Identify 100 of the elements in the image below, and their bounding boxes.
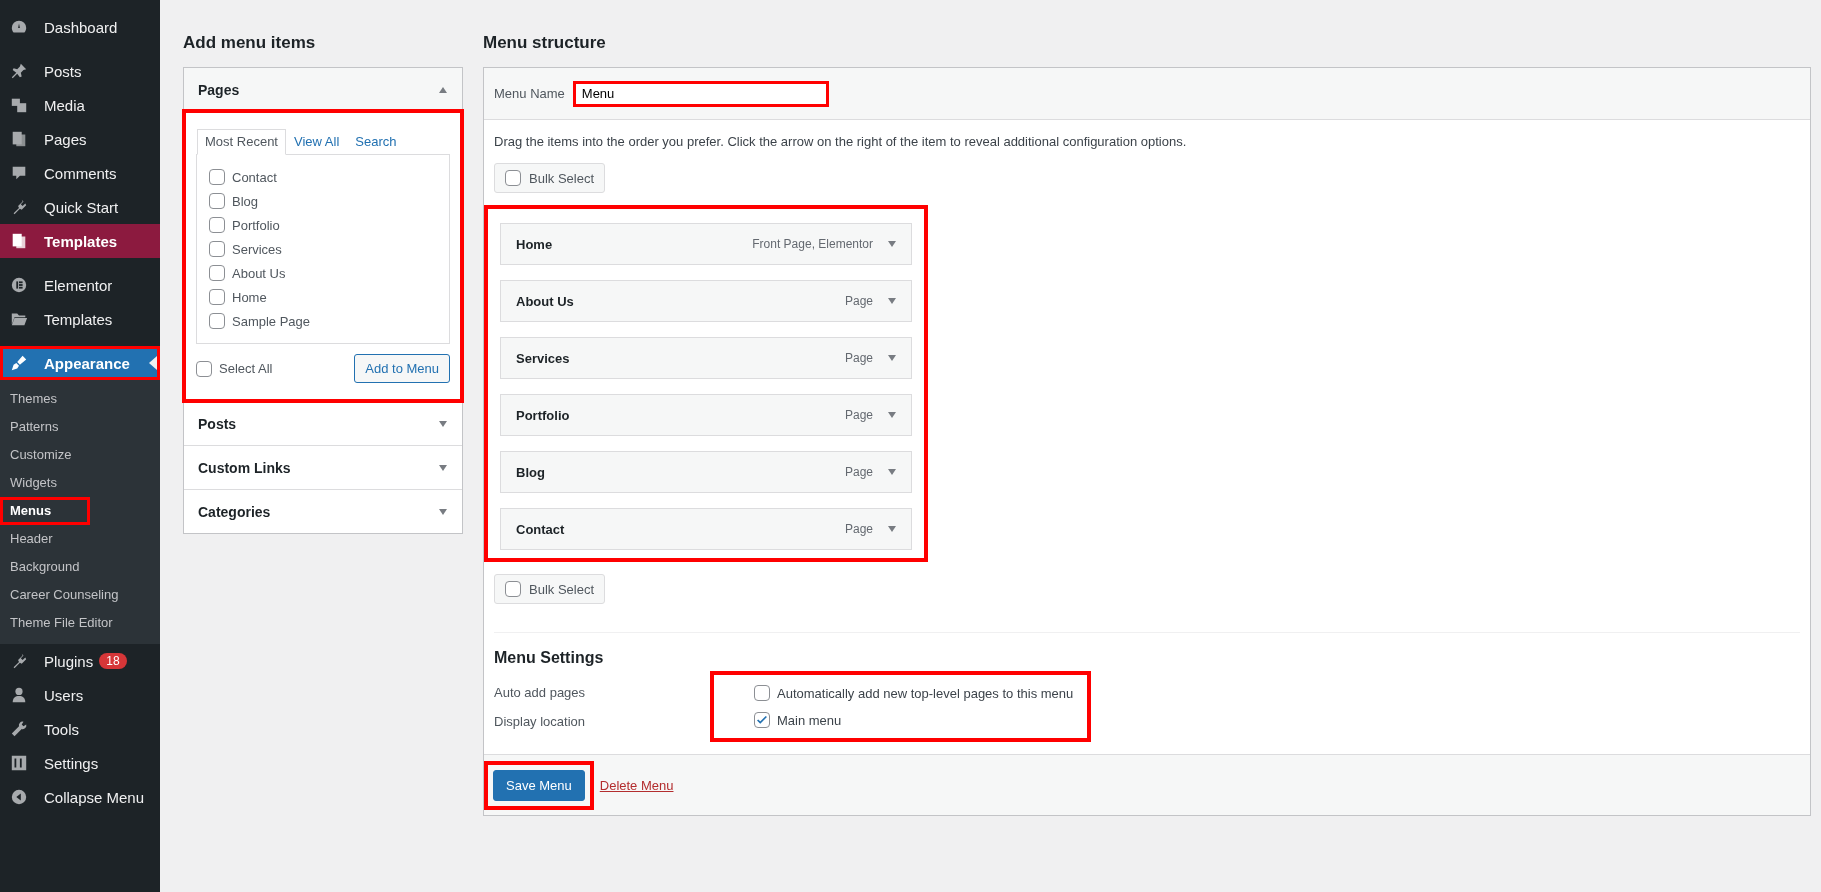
submenu-item[interactable]: Themes: [0, 385, 160, 413]
menu-item-type: Page: [844, 522, 873, 536]
menu-item-type: Page: [844, 408, 873, 422]
tab[interactable]: Search: [347, 129, 405, 154]
page-label: Home: [232, 289, 267, 305]
submenu-item[interactable]: Menus: [0, 497, 90, 525]
sidebar-item[interactable]: Settings: [0, 746, 160, 780]
menu-item-type: Front Page, Elementor: [752, 237, 873, 251]
section-heading: Add menu items: [183, 33, 317, 53]
checkbox[interactable]: [209, 241, 225, 257]
sidebar-item[interactable]: Dashboard: [0, 10, 160, 44]
add-to-menu-button[interactable]: Add to Menu: [354, 354, 450, 383]
instructions-text: Drag the items into the order you prefer. Click the arrow on the right of the item to reveal additional configuration options.: [494, 134, 1188, 149]
menu-item-title: Services: [516, 350, 571, 366]
checkmark-icon: [755, 713, 769, 727]
page-label: Services: [232, 241, 282, 257]
wrench-icon: [10, 720, 28, 738]
tab[interactable]: Most Recent: [197, 129, 286, 155]
down-triangle-icon: [438, 418, 448, 429]
page-label: Blog: [232, 193, 259, 209]
menu-item-bar[interactable]: Services Page: [500, 337, 912, 379]
checkbox[interactable]: [754, 685, 770, 701]
submenu-item[interactable]: Header: [0, 525, 160, 553]
sidebar-item[interactable]: Templates: [0, 224, 160, 258]
page-label: Portfolio: [232, 217, 280, 233]
checkbox[interactable]: [209, 289, 225, 305]
submenu-item[interactable]: Customize: [0, 441, 160, 469]
down-triangle-icon[interactable]: [887, 410, 897, 420]
sidebar-item[interactable]: Comments: [0, 156, 160, 190]
menu-name-label: Menu Name: [494, 86, 565, 101]
delete-menu-link[interactable]: Delete Menu: [599, 777, 674, 793]
media-icon: [10, 96, 28, 114]
down-triangle-icon: [438, 462, 448, 473]
checkbox[interactable]: [209, 313, 225, 329]
menu-item-bar[interactable]: Contact Page: [500, 508, 912, 550]
bulk-select-button[interactable]: Bulk Select: [494, 163, 606, 193]
sidebar-item[interactable]: Media: [0, 88, 160, 122]
down-triangle-icon[interactable]: [887, 524, 897, 534]
checkbox[interactable]: [209, 217, 225, 233]
down-triangle-icon[interactable]: [887, 467, 897, 477]
menu-item-title: Portfolio: [516, 407, 571, 423]
section-heading: Menu structure: [483, 33, 607, 53]
pages-icon: [10, 232, 28, 250]
page-label: Contact: [232, 169, 277, 185]
menu-name-field[interactable]: Menu: [572, 80, 829, 107]
submenu-item[interactable]: Background: [0, 553, 160, 581]
sidebar-item[interactable]: Posts: [0, 54, 160, 88]
down-triangle-icon[interactable]: [887, 239, 897, 249]
sidebar-item[interactable]: Pages: [0, 122, 160, 156]
accordion-header[interactable]: Pages: [184, 68, 462, 111]
option-label: Automatically add new top-level pages to this menu: [777, 685, 1074, 701]
checkbox[interactable]: [209, 193, 225, 209]
accordion-header[interactable]: Categories: [184, 489, 462, 533]
submenu-item[interactable]: Theme File Editor: [0, 609, 160, 637]
checkbox[interactable]: [209, 169, 225, 185]
menu-item-type: Page: [844, 351, 873, 365]
tab[interactable]: View All: [286, 129, 348, 154]
menu-item-type: Page: [844, 465, 873, 479]
menu-item-title: About Us: [516, 293, 575, 309]
sliders-icon: [10, 754, 28, 772]
accordion-header[interactable]: Posts: [184, 401, 462, 445]
down-triangle-icon: [438, 506, 448, 517]
menu-item-title: Contact: [516, 521, 566, 537]
sidebar-item[interactable]: Templates: [0, 302, 160, 336]
settings-heading: Menu Settings: [494, 649, 605, 667]
pages-icon: [10, 130, 28, 148]
person-icon: [10, 686, 28, 704]
checkbox[interactable]: [209, 265, 225, 281]
bulk-select-button[interactable]: Bulk Select: [494, 574, 606, 604]
checkbox[interactable]: [754, 712, 770, 728]
menu-item-title: Home: [516, 236, 554, 252]
sidebar-item[interactable]: Plugins 18: [0, 644, 160, 678]
page-label: About Us: [232, 265, 286, 281]
setting-label: Auto add pages: [494, 685, 587, 700]
sidebar-item[interactable]: Elementor: [0, 268, 160, 302]
checkbox[interactable]: [196, 360, 212, 377]
submenu-item[interactable]: Career Counseling: [0, 581, 160, 609]
menu-item-bar[interactable]: Home Front Page, Elementor: [500, 223, 912, 265]
sidebar-item[interactable]: Users: [0, 678, 160, 712]
menu-item-bar[interactable]: About Us Page: [500, 280, 912, 322]
option-label: Main menu: [777, 712, 842, 728]
sidebar-item[interactable]: Tools: [0, 712, 160, 746]
accordion-header[interactable]: Custom Links: [184, 445, 462, 489]
update-count-badge: 18: [99, 653, 127, 669]
arrow-circle-icon: [10, 788, 28, 806]
pin-icon: [10, 62, 28, 80]
page-label: Sample Page: [232, 313, 311, 329]
submenu-item[interactable]: Widgets: [0, 469, 160, 497]
menu-item-bar[interactable]: Blog Page: [500, 451, 912, 493]
sidebar-item[interactable]: Appearance: [0, 346, 160, 380]
circle-lines-icon: [10, 276, 28, 294]
down-triangle-icon[interactable]: [887, 353, 897, 363]
menu-item-title: Blog: [516, 464, 546, 480]
sidebar-item[interactable]: Collapse Menu: [0, 780, 160, 814]
down-triangle-icon[interactable]: [887, 296, 897, 306]
submenu-item[interactable]: Patterns: [0, 413, 160, 441]
save-menu-button[interactable]: Save Menu: [493, 769, 585, 801]
menu-item-bar[interactable]: Portfolio Page: [500, 394, 912, 436]
sidebar-item[interactable]: Quick Start: [0, 190, 160, 224]
brush-icon: [10, 354, 28, 372]
